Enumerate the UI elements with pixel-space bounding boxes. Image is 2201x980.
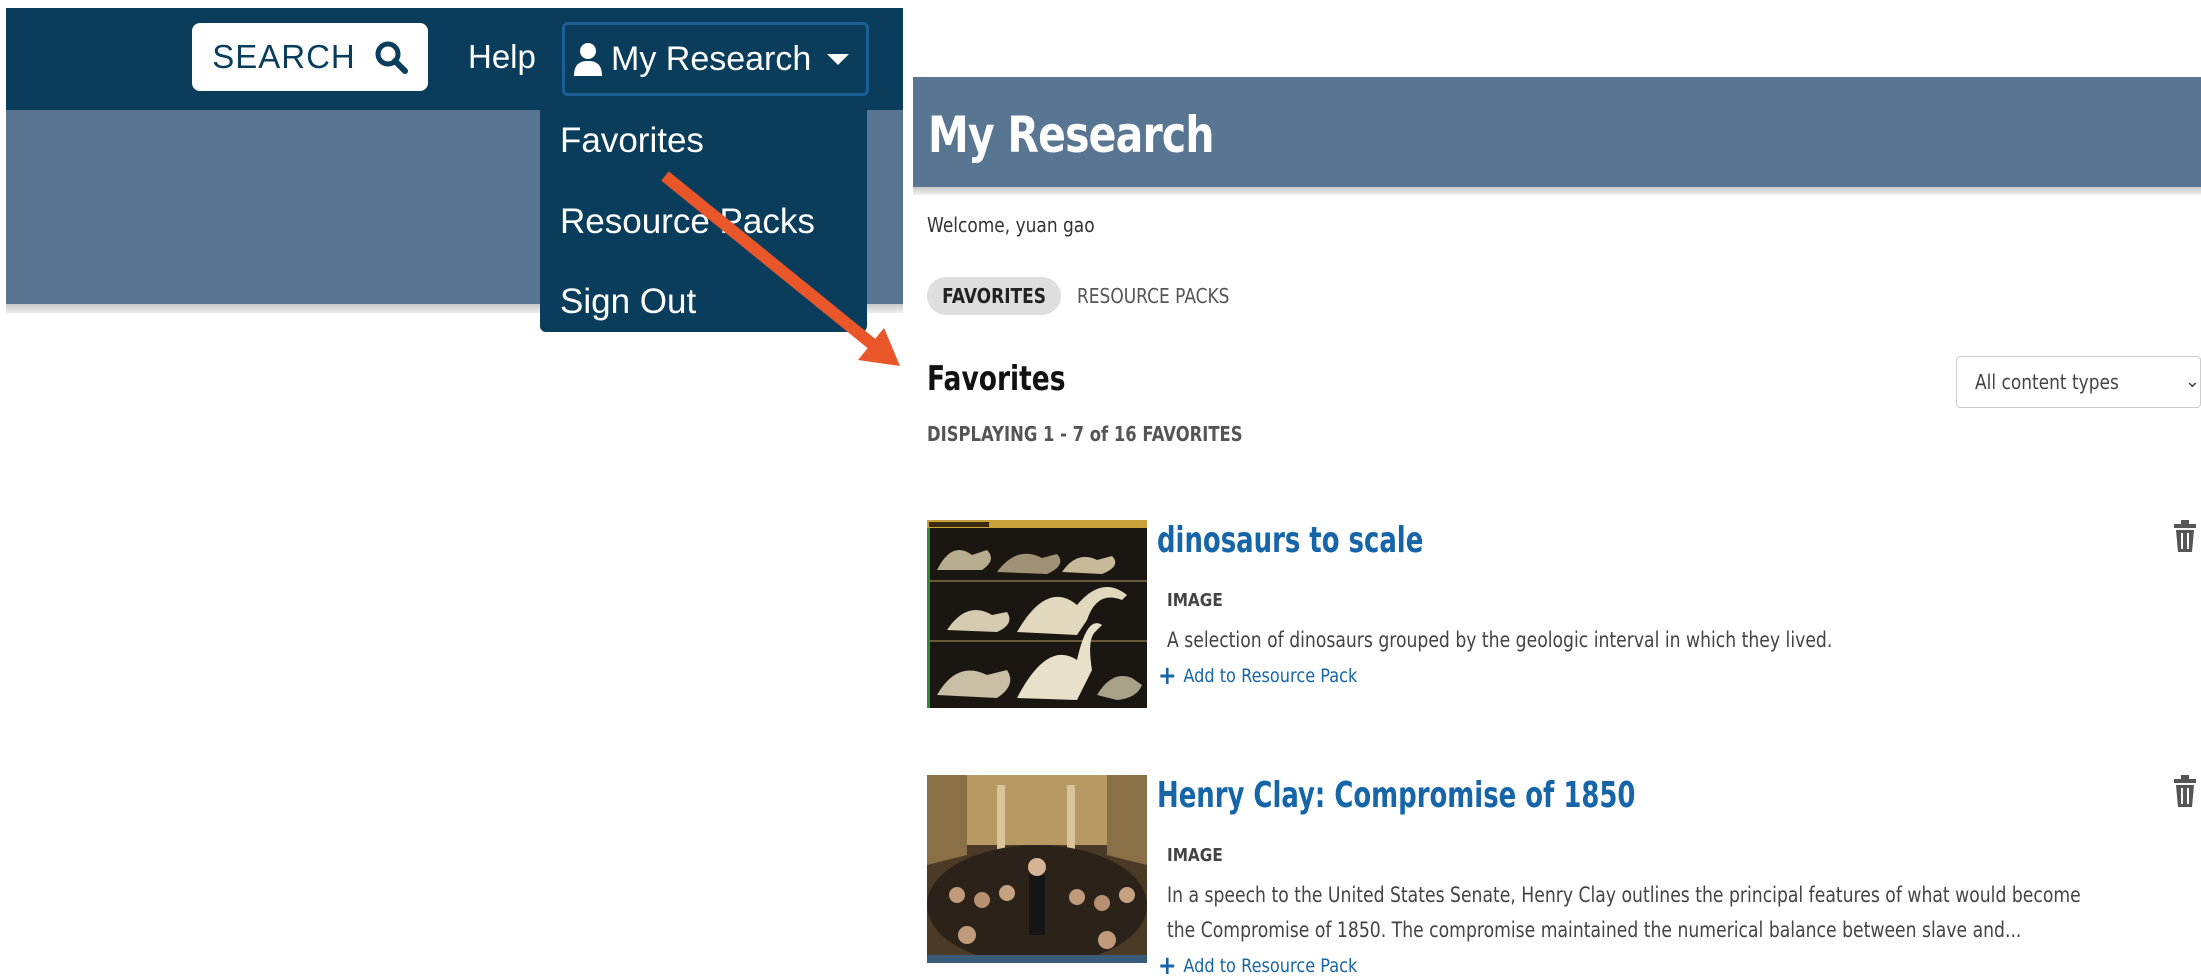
- content-type-select[interactable]: All content types ⌄: [1956, 356, 2201, 408]
- content-type-selected: All content types: [1975, 370, 2119, 394]
- dropdown-item-sign-out[interactable]: Sign Out: [560, 282, 696, 322]
- favorite-thumbnail-dinosaurs[interactable]: [927, 520, 1147, 708]
- my-research-dropdown-menu: Favorites Resource Packs Sign Out: [540, 96, 867, 332]
- user-icon: [574, 43, 602, 76]
- dropdown-item-favorites[interactable]: Favorites: [560, 121, 704, 161]
- plus-icon: +: [1158, 951, 1177, 980]
- tab-favorites-label: FAVORITES: [942, 284, 1046, 308]
- favorite-description: A selection of dinosaurs grouped by the …: [1167, 628, 1833, 652]
- add-to-resource-pack-label: Add to Resource Pack: [1183, 955, 1358, 977]
- favorite-item: Henry Clay: Compromise of 1850 IMAGE In …: [927, 775, 2201, 980]
- tab-resource-packs-label: RESOURCE PACKS: [1077, 284, 1230, 308]
- page-banner: My Research: [913, 77, 2201, 187]
- favorite-title-link[interactable]: dinosaurs to scale: [1157, 520, 1423, 561]
- trash-icon[interactable]: [2173, 775, 2197, 807]
- results-count: DISPLAYING 1 - 7 of 16 FAVORITES: [927, 422, 1243, 446]
- tab-favorites[interactable]: FAVORITES: [927, 277, 1061, 315]
- chevron-down-icon: ⌄: [2184, 371, 2200, 392]
- favorite-type: IMAGE: [1167, 845, 1223, 866]
- tab-resource-packs[interactable]: RESOURCE PACKS: [1077, 277, 1256, 315]
- site-header-panel: SEARCH Help My Research Favorites Resour…: [6, 8, 903, 332]
- favorite-item: dinosaurs to scale IMAGE A selection of …: [927, 520, 2201, 760]
- page-title: My Research: [928, 106, 1215, 164]
- dinosaur-image: [927, 520, 1147, 708]
- my-research-page: My Research Welcome, yuan gao FAVORITES …: [913, 77, 2201, 980]
- help-link[interactable]: Help: [468, 38, 536, 76]
- section-heading: Favorites: [927, 359, 1066, 399]
- add-to-resource-pack-label: Add to Resource Pack: [1183, 665, 1358, 687]
- page-banner-divider: [913, 187, 2201, 195]
- search-icon: [375, 41, 408, 74]
- favorite-type: IMAGE: [1167, 590, 1223, 611]
- my-research-label: My Research: [611, 39, 812, 78]
- add-to-resource-pack-link[interactable]: + Add to Resource Pack: [1158, 951, 1358, 980]
- search-button[interactable]: SEARCH: [192, 23, 428, 91]
- favorite-title-link[interactable]: Henry Clay: Compromise of 1850: [1157, 775, 1635, 816]
- welcome-message: Welcome, yuan gao: [927, 213, 1095, 237]
- favorite-thumbnail-henry-clay[interactable]: [927, 775, 1147, 963]
- dropdown-item-resource-packs[interactable]: Resource Packs: [560, 202, 815, 242]
- favorite-description: In a speech to the United States Senate,…: [1167, 883, 2081, 942]
- trash-icon[interactable]: [2173, 520, 2197, 552]
- add-to-resource-pack-link[interactable]: + Add to Resource Pack: [1158, 661, 1358, 691]
- search-button-label: SEARCH: [212, 38, 356, 75]
- caret-down-icon: [827, 53, 850, 65]
- senate-painting-image: [927, 775, 1147, 963]
- plus-icon: +: [1158, 661, 1177, 691]
- my-research-dropdown-toggle[interactable]: My Research: [562, 22, 869, 96]
